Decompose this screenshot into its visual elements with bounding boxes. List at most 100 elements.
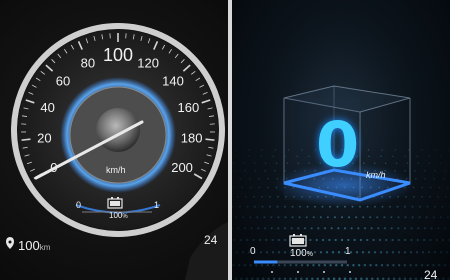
floor-dot bbox=[369, 216, 372, 219]
floor-dot bbox=[277, 216, 280, 219]
floor-dot bbox=[291, 205, 294, 208]
floor-dot bbox=[390, 216, 393, 219]
floor-dot bbox=[317, 227, 320, 230]
speed-label: 100 bbox=[103, 45, 133, 65]
floor-dot bbox=[297, 227, 300, 230]
floor-dot bbox=[429, 238, 432, 242]
floor-dot bbox=[416, 155, 418, 157]
floor-dot bbox=[432, 264, 435, 267]
floor-dot bbox=[259, 251, 263, 254]
floor-dot bbox=[447, 186, 449, 189]
floor-dot bbox=[260, 155, 262, 157]
floor-dot bbox=[367, 251, 371, 254]
floor-dot bbox=[271, 238, 274, 242]
floor-dot bbox=[265, 251, 269, 254]
floor-dot bbox=[434, 205, 436, 208]
floor-dot bbox=[261, 195, 263, 198]
floor-dot bbox=[446, 216, 449, 219]
floor-dot bbox=[335, 264, 338, 267]
floor-dot bbox=[416, 238, 419, 242]
floor-dot bbox=[333, 216, 336, 219]
floor-dot bbox=[448, 149, 450, 151]
floor-dot bbox=[428, 162, 430, 164]
floor-dot bbox=[403, 264, 407, 267]
floor-dot bbox=[254, 162, 256, 164]
floor-dot bbox=[439, 251, 443, 254]
floor-dot bbox=[252, 238, 255, 242]
floor-dot bbox=[340, 264, 344, 267]
digital-speed-unit: km/h bbox=[366, 170, 386, 180]
floor-dot bbox=[328, 238, 331, 242]
floor-dot bbox=[277, 195, 279, 198]
floor-dot bbox=[298, 216, 301, 219]
floor-dot bbox=[391, 251, 395, 254]
floor-dot bbox=[408, 149, 410, 151]
eco-battery-percent-value: 100 bbox=[290, 248, 307, 259]
floor-dot bbox=[361, 251, 365, 254]
floor-dot bbox=[420, 264, 424, 267]
floor-dot bbox=[379, 251, 383, 254]
floor-dot bbox=[380, 155, 382, 157]
range-unit: km bbox=[39, 243, 51, 252]
floor-dot bbox=[340, 238, 344, 242]
floor-dot bbox=[239, 205, 241, 208]
floor-dot bbox=[383, 227, 387, 230]
floor-dot bbox=[372, 238, 375, 242]
floor-dot bbox=[235, 251, 239, 254]
floor-dot bbox=[267, 186, 269, 189]
floor-dot bbox=[277, 238, 280, 242]
floor-dot bbox=[395, 162, 398, 164]
floor-dot bbox=[277, 227, 280, 230]
floor-dot bbox=[250, 227, 253, 230]
floor-dot bbox=[406, 162, 409, 164]
floor-dot bbox=[341, 216, 343, 219]
floor-dot bbox=[386, 264, 389, 267]
floor-dot bbox=[397, 216, 400, 219]
floor-dot bbox=[248, 155, 250, 157]
floor-dot bbox=[368, 149, 370, 151]
speed-unit-label: km/h bbox=[106, 165, 126, 175]
floor-dot bbox=[384, 162, 387, 164]
battery-percent-value: 100 bbox=[109, 211, 123, 220]
floor-dot bbox=[404, 238, 407, 242]
floor-dot bbox=[236, 155, 238, 157]
floor-dot bbox=[445, 195, 447, 198]
floor-dot bbox=[258, 186, 261, 189]
floor-dot bbox=[234, 169, 236, 172]
floor-dot bbox=[326, 216, 329, 219]
floor-dot bbox=[352, 264, 355, 267]
range-readout: 100km bbox=[18, 238, 50, 253]
pin-icon bbox=[6, 237, 14, 249]
floor-dot bbox=[284, 216, 287, 219]
floor-dot bbox=[415, 251, 419, 254]
major-tick bbox=[21, 138, 31, 141]
floor-dot bbox=[305, 216, 308, 219]
floor-dot bbox=[350, 227, 353, 230]
battery-percent: 100% bbox=[109, 211, 128, 220]
speed-label: 80 bbox=[81, 55, 95, 70]
floor-dot bbox=[303, 227, 307, 230]
floor-dot bbox=[439, 162, 441, 164]
floor-dot bbox=[272, 264, 275, 267]
floor-dot bbox=[433, 251, 437, 254]
eco-battery-percent-sign: % bbox=[306, 251, 313, 258]
floor-dot bbox=[413, 195, 415, 198]
floor-dot bbox=[249, 186, 252, 189]
floor-dot bbox=[319, 216, 322, 219]
floor-dot bbox=[330, 227, 333, 230]
temperature-right: 24 bbox=[424, 268, 438, 280]
floor-dot bbox=[248, 178, 251, 180]
floor-dot bbox=[418, 216, 421, 219]
floor-dot bbox=[405, 195, 407, 198]
floor-dot bbox=[346, 264, 349, 267]
floor-dot bbox=[312, 264, 315, 267]
floor-dot bbox=[249, 264, 252, 267]
eco-battery-percent: 100% bbox=[290, 248, 313, 259]
floor-dot bbox=[321, 205, 324, 208]
floor-dot bbox=[270, 216, 273, 219]
floor-dot bbox=[369, 264, 372, 267]
floor-dot bbox=[425, 216, 428, 219]
floor-dot bbox=[437, 195, 439, 198]
floor-dot bbox=[291, 216, 294, 219]
floor-dot bbox=[256, 216, 259, 219]
